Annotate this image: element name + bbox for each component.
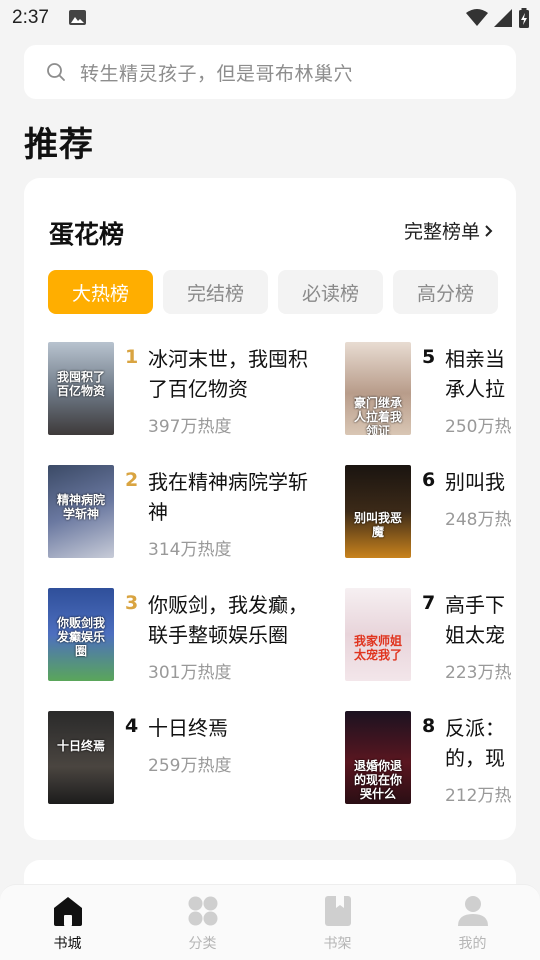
book-cover-text: 你贩剑我发癫娱乐圈 — [56, 616, 105, 658]
image-notification-icon — [69, 10, 86, 25]
search-placeholder: 转生精灵孩子，但是哥布林巢穴 — [80, 62, 354, 85]
search-input[interactable]: 转生精灵孩子，但是哥布林巢穴 — [24, 45, 516, 99]
nav-profile[interactable]: 我的 — [405, 885, 540, 960]
book-cover-text: 豪门继承人拉着我领证 — [353, 396, 402, 435]
book-cover: 我囤积了百亿物资 — [48, 342, 114, 435]
book-cover: 你贩剑我发癫娱乐圈 — [48, 588, 114, 681]
book-title: 冰河末世，我囤积了百亿物资 — [148, 347, 308, 401]
nav-bookstore[interactable]: 书城 — [0, 885, 135, 960]
book-rank: 1 — [125, 346, 139, 368]
nav-label: 书城 — [53, 936, 82, 952]
full-list-label: 完整榜单 — [403, 221, 480, 243]
book-cover: 别叫我恶魔 — [345, 465, 411, 558]
book-title-line: 相亲当 — [445, 347, 505, 371]
tab-hot[interactable]: 大热榜 — [48, 270, 153, 314]
book-title: 十日终焉 — [148, 716, 228, 740]
profile-icon — [457, 896, 488, 926]
section-title: 推荐 — [24, 125, 94, 165]
category-icon — [188, 896, 217, 926]
book-item[interactable]: 我家师姐太宠我了 7 高手下 姐太宠 223万热 — [345, 588, 516, 688]
book-rank: 5 — [422, 346, 436, 368]
wifi-icon — [466, 9, 488, 26]
book-item[interactable]: 我囤积了百亿物资 1 冰河末世，我囤积了百亿物资 397万热度 — [48, 342, 348, 442]
tab-must-read[interactable]: 必读榜 — [278, 270, 383, 314]
book-title-line: 姐太宠 — [445, 623, 505, 647]
book-title: 别叫我 — [445, 470, 505, 494]
book-title: 你贩剑，我发癫，联手整顿娱乐圈 — [148, 593, 308, 647]
book-heat: 259万热度 — [148, 756, 232, 776]
nav-bookshelf[interactable]: 书架 — [270, 885, 405, 960]
book-item[interactable]: 豪门继承人拉着我领证 5 相亲当 承人拉 250万热 — [345, 342, 516, 442]
book-rank: 3 — [125, 592, 139, 614]
book-heat: 314万热度 — [148, 540, 232, 560]
book-cover-text: 我囤积了百亿物资 — [56, 370, 105, 398]
book-cover: 精神病院学斩神 — [48, 465, 114, 558]
bottom-nav: 书城 分类 书架 我的 — [0, 884, 540, 960]
book-item[interactable]: 别叫我恶魔 6 别叫我 248万热 — [345, 465, 516, 565]
nav-label: 书架 — [323, 936, 352, 952]
book-item[interactable]: 退婚你退的现在你哭什么 8 反派： 的，现 212万热 — [345, 711, 516, 811]
book-title-line: 的，现 — [445, 746, 505, 770]
rank-card: 蛋花榜 完整榜单 大热榜 完结榜 必读榜 高分榜 我囤积了百亿物资 1 冰河末世… — [24, 178, 516, 840]
book-title: 相亲当 承人拉 — [445, 344, 516, 404]
book-cover-text: 精神病院学斩神 — [56, 493, 105, 521]
book-cover: 十日终焉 — [48, 711, 114, 804]
book-cover-text: 我家师姐太宠我了 — [353, 634, 402, 662]
book-item[interactable]: 十日终焉 4 十日终焉 259万热度 — [48, 711, 348, 811]
book-cover-text: 退婚你退的现在你哭什么 — [353, 759, 402, 801]
book-heat: 397万热度 — [148, 417, 232, 437]
book-heat: 223万热 — [445, 663, 512, 683]
book-title-line: 反派： — [445, 716, 505, 740]
tab-high-score[interactable]: 高分榜 — [393, 270, 498, 314]
book-cover-text: 别叫我恶魔 — [353, 511, 402, 539]
nav-label: 分类 — [188, 936, 217, 952]
status-bar: 2:37 — [0, 0, 540, 36]
book-heat: 248万热 — [445, 510, 512, 530]
search-icon — [47, 63, 65, 81]
book-rank: 8 — [422, 715, 436, 737]
nav-category[interactable]: 分类 — [135, 885, 270, 960]
book-heat: 250万热 — [445, 417, 512, 437]
book-item[interactable]: 你贩剑我发癫娱乐圈 3 你贩剑，我发癫，联手整顿娱乐圈 301万热度 — [48, 588, 348, 688]
book-rank: 4 — [125, 715, 139, 737]
book-item[interactable]: 精神病院学斩神 2 我在精神病院学斩神 314万热度 — [48, 465, 348, 565]
book-title: 反派： 的，现 — [445, 713, 516, 773]
book-heat: 301万热度 — [148, 663, 232, 683]
book-title-line: 高手下 — [445, 593, 505, 617]
tab-finished[interactable]: 完结榜 — [163, 270, 268, 314]
status-right — [466, 8, 530, 28]
book-cover: 我家师姐太宠我了 — [345, 588, 411, 681]
status-time: 2:37 — [12, 7, 49, 28]
book-rank: 2 — [125, 469, 139, 491]
signal-icon — [494, 9, 512, 27]
book-rank: 7 — [422, 592, 436, 614]
rank-card-title: 蛋花榜 — [49, 220, 125, 249]
nav-label: 我的 — [458, 936, 487, 952]
rank-tabs: 大热榜 完结榜 必读榜 高分榜 — [48, 270, 498, 314]
book-cover: 退婚你退的现在你哭什么 — [345, 711, 411, 804]
book-title-line: 承人拉 — [445, 377, 505, 401]
battery-icon — [519, 8, 529, 28]
book-cover: 豪门继承人拉着我领证 — [345, 342, 411, 435]
book-heat: 212万热 — [445, 786, 512, 806]
home-icon — [53, 897, 82, 926]
book-title: 高手下 姐太宠 — [445, 590, 516, 650]
bookshelf-icon — [324, 896, 351, 926]
chevron-right-icon — [485, 224, 493, 237]
full-list-link[interactable]: 完整榜单 — [404, 217, 494, 244]
book-cover-text: 十日终焉 — [56, 739, 105, 753]
book-title: 我在精神病院学斩神 — [148, 470, 308, 524]
book-rank: 6 — [422, 469, 436, 491]
